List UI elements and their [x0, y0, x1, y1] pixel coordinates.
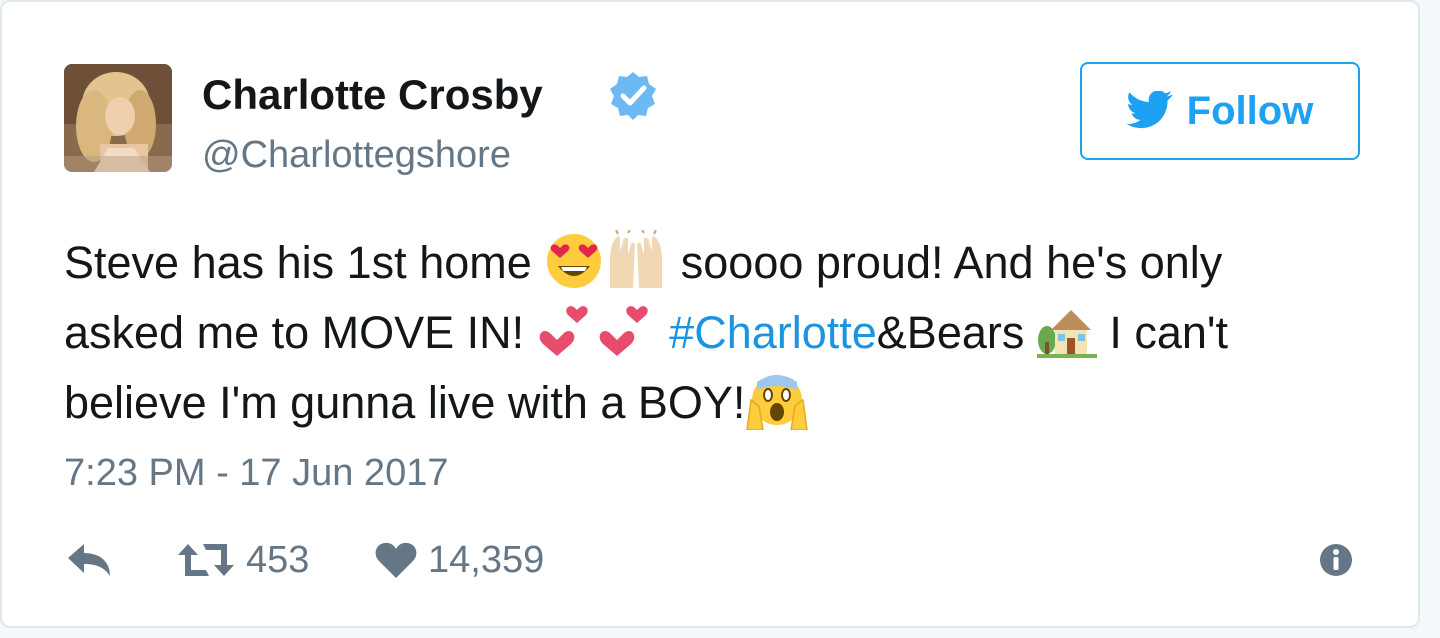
display-name[interactable]: Charlotte Crosby: [202, 70, 543, 120]
reply-icon: [68, 544, 110, 576]
hashtag-link[interactable]: #Charlotte: [669, 307, 877, 358]
two-hearts-emoji-icon: [539, 306, 588, 356]
tweet-line-3: believe I'm gunna live with a BOY!: [64, 368, 1364, 438]
tweet-text-segment: asked me to MOVE IN!: [64, 307, 537, 358]
house-emoji-icon: [1036, 310, 1097, 358]
screen-name[interactable]: @Charlottegshore: [202, 132, 511, 178]
follow-button-label: Follow: [1186, 89, 1314, 133]
tweet-text-segment: believe I'm gunna live with a BOY!: [64, 377, 746, 428]
heart-icon: [375, 542, 417, 578]
avatar[interactable]: [64, 64, 172, 172]
tweet-text-segment: I can't: [1096, 307, 1229, 358]
tweet-text-segment: Steve has his 1st home: [64, 237, 545, 288]
two-hearts-emoji-icon: [599, 306, 648, 356]
twitter-bird-icon: [1126, 91, 1172, 129]
like-button[interactable]: 14,359: [374, 534, 544, 586]
tweet-line-1: Steve has his 1st home soooo proud! And …: [64, 228, 1364, 298]
reply-button[interactable]: [64, 534, 114, 586]
tweet-card: Charlotte Crosby @Charlottegshore Follow…: [0, 0, 1420, 628]
tweet-text-segment: &Bears: [876, 307, 1037, 358]
tweet-text-segment: soooo proud! And he's only: [668, 237, 1223, 288]
like-count: 14,359: [428, 539, 545, 581]
tweet-timestamp[interactable]: 7:23 PM - 17 Jun 2017: [64, 450, 448, 496]
info-icon: [1320, 544, 1352, 576]
verified-badge-icon: [610, 72, 656, 120]
raising-hands-emoji-icon: [610, 229, 663, 288]
retweet-button[interactable]: 453: [176, 534, 309, 586]
retweet-icon: [178, 544, 234, 576]
follow-button[interactable]: Follow: [1080, 62, 1360, 160]
info-button[interactable]: [1318, 534, 1354, 586]
heart-eyes-emoji-icon: [547, 234, 602, 288]
tweet-line-2: asked me to MOVE IN! #Charlotte&Bears I …: [64, 298, 1364, 368]
screaming-face-emoji-icon: [746, 375, 809, 431]
tweet-text: Steve has his 1st home soooo proud! And …: [64, 228, 1364, 438]
retweet-count: 453: [246, 539, 310, 581]
